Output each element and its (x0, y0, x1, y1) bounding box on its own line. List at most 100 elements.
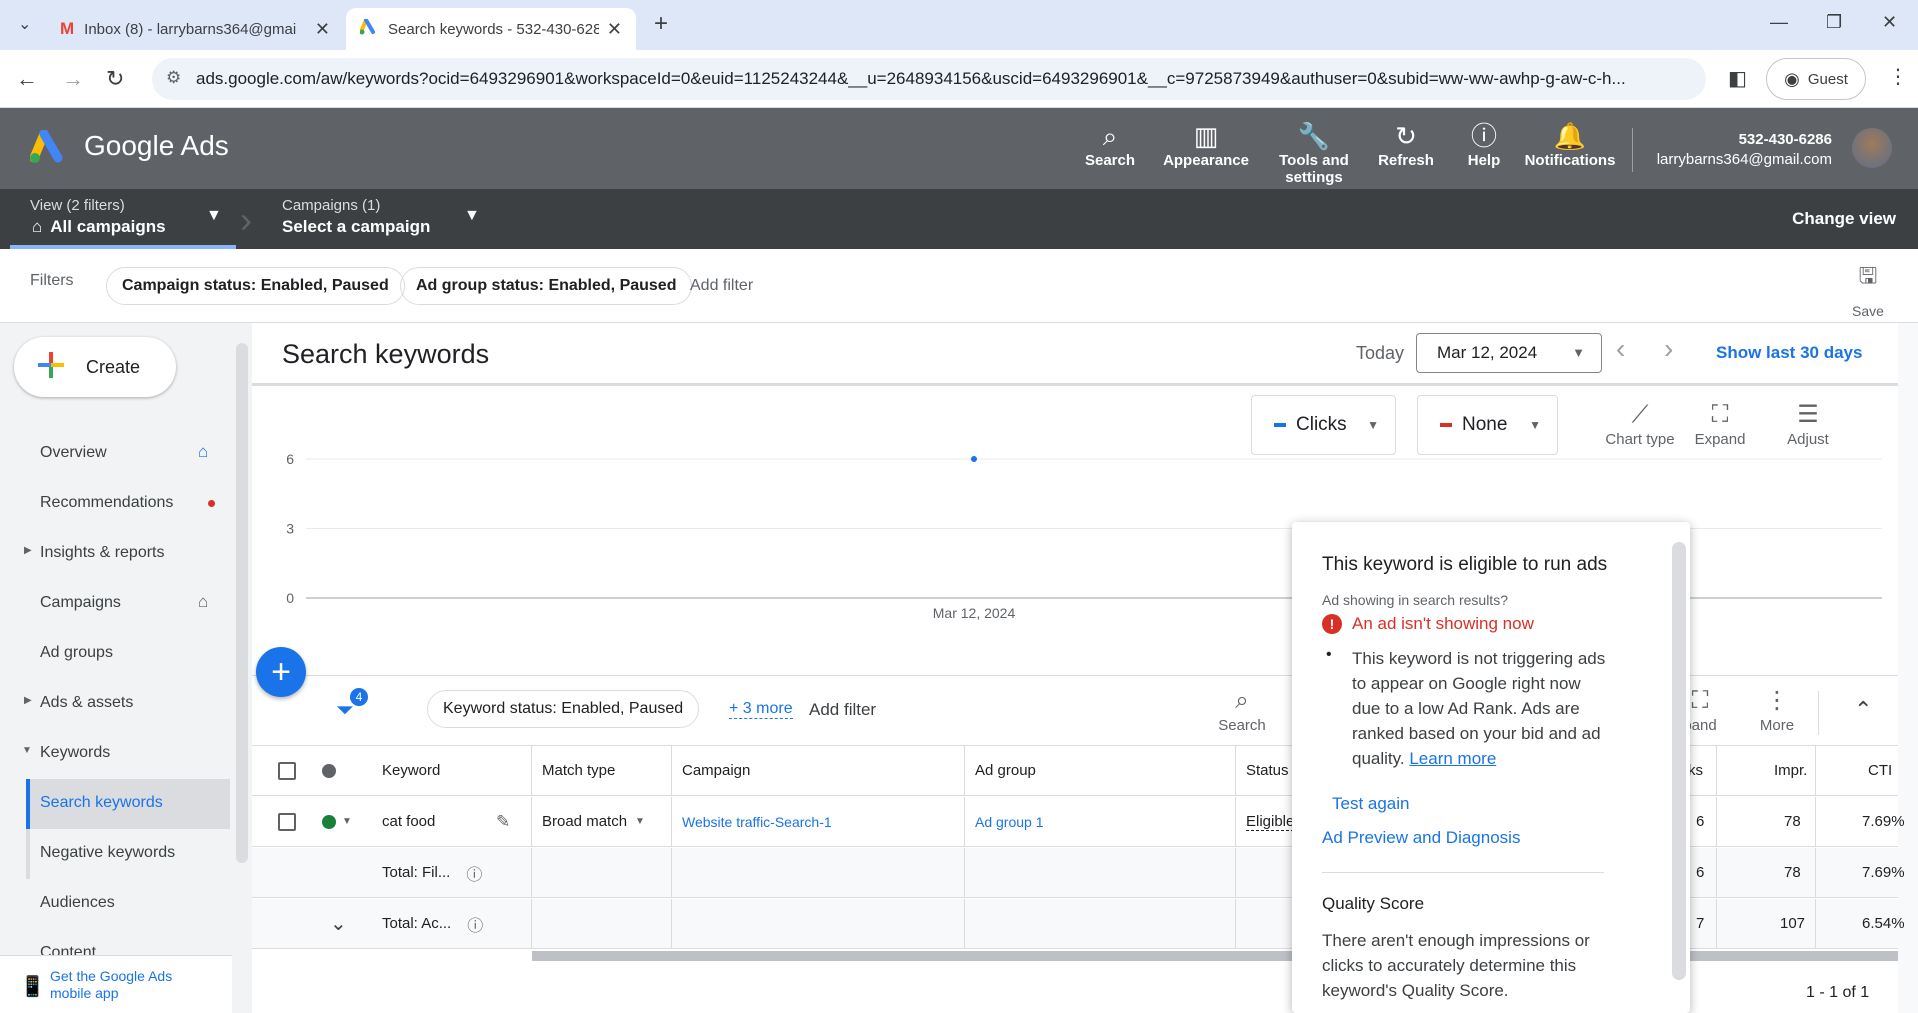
filter-chip-ad-group-status[interactable]: Ad group status: Enabled, Paused (400, 267, 693, 305)
help-circle-icon[interactable]: ⓘ (466, 861, 482, 885)
col-header-keyword[interactable]: Keyword (382, 746, 440, 795)
url-bar[interactable]: ⚙ ads.google.com/aw/keywords?ocid=649329… (152, 58, 1706, 100)
create-button[interactable]: Create (14, 337, 176, 397)
avatar[interactable] (1852, 128, 1892, 168)
change-view-button[interactable]: Change view (1792, 209, 1896, 229)
more-filters-link[interactable]: + 3 more (729, 700, 793, 719)
header-appearance-button[interactable]: ▥ Appearance (1160, 120, 1252, 169)
col-header-campaign[interactable]: Campaign (682, 746, 750, 795)
sidebar-item-recommendations[interactable]: Recommendations (40, 494, 173, 512)
close-tab-icon[interactable]: ✕ (315, 19, 330, 40)
edit-pencil-icon[interactable]: ✎ (496, 797, 510, 846)
sidebar-scrollbar[interactable] (232, 323, 252, 1013)
tab-search-chevron-icon[interactable]: ⌄ (18, 14, 31, 34)
col-header-clicks[interactable]: ks (1688, 746, 1703, 795)
add-filter-button[interactable]: Add filter (690, 277, 753, 295)
keyword-status-chip[interactable]: Keyword status: Enabled, Paused (427, 690, 700, 728)
table-more-button[interactable]: ⋮ More (1752, 685, 1802, 734)
col-divider (671, 797, 672, 846)
chart-expand-button[interactable]: ⛶ Expand (1690, 399, 1750, 448)
tab-search-keywords[interactable]: Search keywords - 532-430-628 ✕ (346, 8, 636, 50)
status-cell[interactable]: Eligible (1246, 797, 1295, 846)
save-filter-button[interactable]: 🖫 Save (1848, 259, 1888, 319)
horizontal-scrollbar[interactable] (532, 951, 1898, 961)
header-search-button[interactable]: ⌕ Search (1084, 120, 1136, 169)
keyword-cell[interactable]: cat food (382, 797, 435, 846)
total-label: Total: Fil... (382, 864, 451, 881)
scrollbar-thumb[interactable] (236, 343, 248, 863)
sidebar-item-search-keywords[interactable]: Search keywords (40, 794, 163, 812)
minimize-icon[interactable]: — (1770, 12, 1788, 33)
google-ads-logo-text[interactable]: Google Ads (84, 130, 229, 162)
sidebar-item-ads-assets[interactable]: Ads & assets (40, 694, 133, 712)
expand-arrow-icon[interactable]: ▶ (24, 545, 32, 556)
popover-scrollbar[interactable] (1672, 542, 1686, 980)
col-header-match-type[interactable]: Match type (542, 746, 615, 795)
prev-date-icon[interactable]: ‹ (1616, 333, 1625, 365)
show-last-30-days-link[interactable]: Show last 30 days (1716, 343, 1862, 363)
col-header-ctr[interactable]: CTI (1868, 746, 1892, 795)
ad-group-link[interactable]: Ad group 1 (975, 797, 1044, 846)
browser-menu-icon[interactable]: ⋮ (1888, 64, 1908, 89)
learn-more-link[interactable]: Learn more (1409, 749, 1496, 768)
row-checkbox[interactable] (278, 797, 296, 846)
back-icon[interactable]: ← (16, 66, 38, 92)
col-header-status[interactable]: Status (1246, 746, 1289, 795)
row-status-toggle[interactable]: ▼ (322, 797, 352, 846)
col-divider (1716, 848, 1717, 897)
campaign-link[interactable]: Website traffic-Search-1 (682, 797, 832, 846)
help-circle-icon[interactable]: ⓘ (467, 912, 483, 936)
mobile-app-link[interactable]: 📱 Get the Google Ads mobile app (0, 955, 232, 1013)
date-range-picker[interactable]: Mar 12, 2024 ▼ (1416, 333, 1602, 373)
ad-preview-link[interactable]: Ad Preview and Diagnosis (1322, 828, 1520, 848)
header-tools-button[interactable]: 🔧 Tools and settings (1274, 120, 1354, 186)
reload-icon[interactable]: ↻ (106, 66, 124, 92)
match-type-cell[interactable]: Broad match ▼ (542, 797, 645, 846)
table-search-button[interactable]: ⌕ Search (1212, 685, 1272, 734)
filter-chip-campaign-status[interactable]: Campaign status: Enabled, Paused (106, 267, 405, 305)
col-header-ad-group[interactable]: Ad group (975, 746, 1036, 795)
header-notifications-button[interactable]: 🔔 Notifications (1522, 120, 1618, 169)
site-settings-icon[interactable]: ⚙ (166, 68, 181, 88)
sidebar-item-keywords[interactable]: Keywords (40, 744, 110, 762)
table-add-filter-button[interactable]: Add filter (809, 700, 876, 720)
sidebar-item-overview[interactable]: Overview (40, 444, 107, 462)
col-header-impr[interactable]: Impr. (1774, 746, 1807, 795)
view-value: All campaigns (50, 217, 166, 236)
data-point[interactable] (971, 456, 977, 462)
close-tab-icon[interactable]: ✕ (607, 19, 622, 40)
window-close-icon[interactable]: ✕ (1882, 12, 1897, 33)
add-keyword-fab[interactable]: + (256, 647, 306, 697)
header-button-label: Help (1467, 152, 1501, 169)
test-again-button[interactable]: Test again (1332, 794, 1410, 814)
sidebar-item-insights[interactable]: Insights & reports (40, 544, 165, 562)
col-divider (1235, 797, 1236, 846)
expand-chevron-icon[interactable]: ⌄ (330, 899, 347, 948)
account-info[interactable]: 532-430-6286 larrybarns364@gmail.com (1657, 130, 1832, 170)
tab-gmail[interactable]: M Inbox (8) - larrybarns364@gmai ✕ (46, 8, 344, 50)
sidebar-item-negative-keywords[interactable]: Negative keywords (40, 844, 175, 862)
chart-adjust-button[interactable]: ☰ Adjust (1778, 399, 1838, 448)
select-all-checkbox[interactable] (278, 746, 296, 795)
sidebar-item-audiences[interactable]: Audiences (40, 894, 115, 912)
header-refresh-button[interactable]: ↻ Refresh (1376, 120, 1436, 169)
match-type-value: Broad match (542, 813, 628, 830)
collapse-arrow-icon[interactable]: ▼ (22, 745, 32, 756)
expand-arrow-icon[interactable]: ▶ (24, 695, 32, 706)
ad-status-error: ! An ad isn't showing now (1322, 614, 1534, 634)
chart-type-button[interactable]: ⟋ Chart type (1600, 399, 1680, 448)
side-panel-icon[interactable]: ◧ (1728, 66, 1747, 91)
collapse-chevron-icon[interactable]: ⌃ (1854, 697, 1872, 723)
header-help-button[interactable]: ⓘ Help (1462, 120, 1506, 169)
profile-button[interactable]: ◉ Guest (1766, 58, 1866, 100)
sidebar-item-ad-groups[interactable]: Ad groups (40, 644, 113, 662)
forward-icon[interactable]: → (62, 66, 84, 92)
pagination-text: 1 - 1 of 1 (1806, 984, 1870, 1001)
next-date-icon[interactable]: › (1664, 333, 1673, 365)
view-selector[interactable]: View (2 filters) ⌂ All campaigns ▼ (10, 189, 236, 249)
google-ads-logo-icon[interactable] (29, 129, 70, 168)
sidebar-item-campaigns[interactable]: Campaigns (40, 594, 121, 612)
new-tab-icon[interactable]: + (654, 10, 668, 38)
campaign-selector[interactable]: Campaigns (1) Select a campaign ▼ (282, 189, 482, 249)
restore-icon[interactable]: ❐ (1826, 12, 1842, 33)
